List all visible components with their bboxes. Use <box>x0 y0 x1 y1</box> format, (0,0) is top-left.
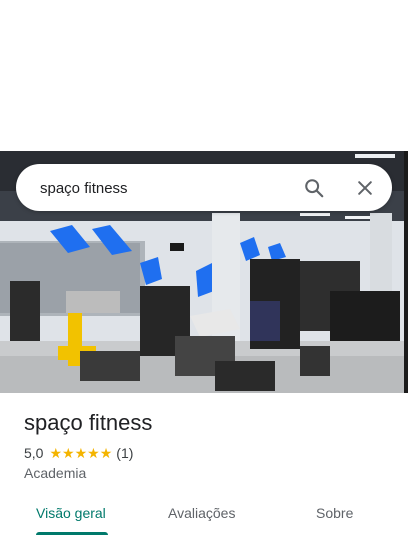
star-icon: ★ <box>62 445 75 461</box>
place-tabs: Visão geral Avaliações Sobre <box>0 492 408 544</box>
reviews-count: (1) <box>116 445 134 461</box>
tab-reviews[interactable]: Avaliações <box>168 505 235 521</box>
star-rating: ★ ★ ★ ★ ★ <box>49 446 112 460</box>
search-input[interactable] <box>40 177 290 199</box>
search-bar <box>16 164 392 211</box>
tab-overview[interactable]: Visão geral <box>36 505 106 521</box>
tab-about[interactable]: Sobre <box>316 505 353 521</box>
star-icon: ★ <box>99 445 113 461</box>
place-title: spaço fitness <box>24 410 153 435</box>
search-button[interactable] <box>300 174 328 202</box>
place-category: Academia <box>24 465 87 481</box>
close-icon <box>358 181 372 195</box>
rating-row[interactable]: 5,0 ★ ★ ★ ★ ★ (1) <box>24 444 133 462</box>
search-icon <box>305 179 324 198</box>
rating-value: 5,0 <box>24 445 44 461</box>
star-icon: ★ <box>49 445 63 461</box>
active-tab-indicator <box>36 532 108 535</box>
star-icon: ★ <box>74 445 88 461</box>
star-icon: ★ <box>87 445 100 461</box>
clear-search-button[interactable] <box>351 174 379 202</box>
